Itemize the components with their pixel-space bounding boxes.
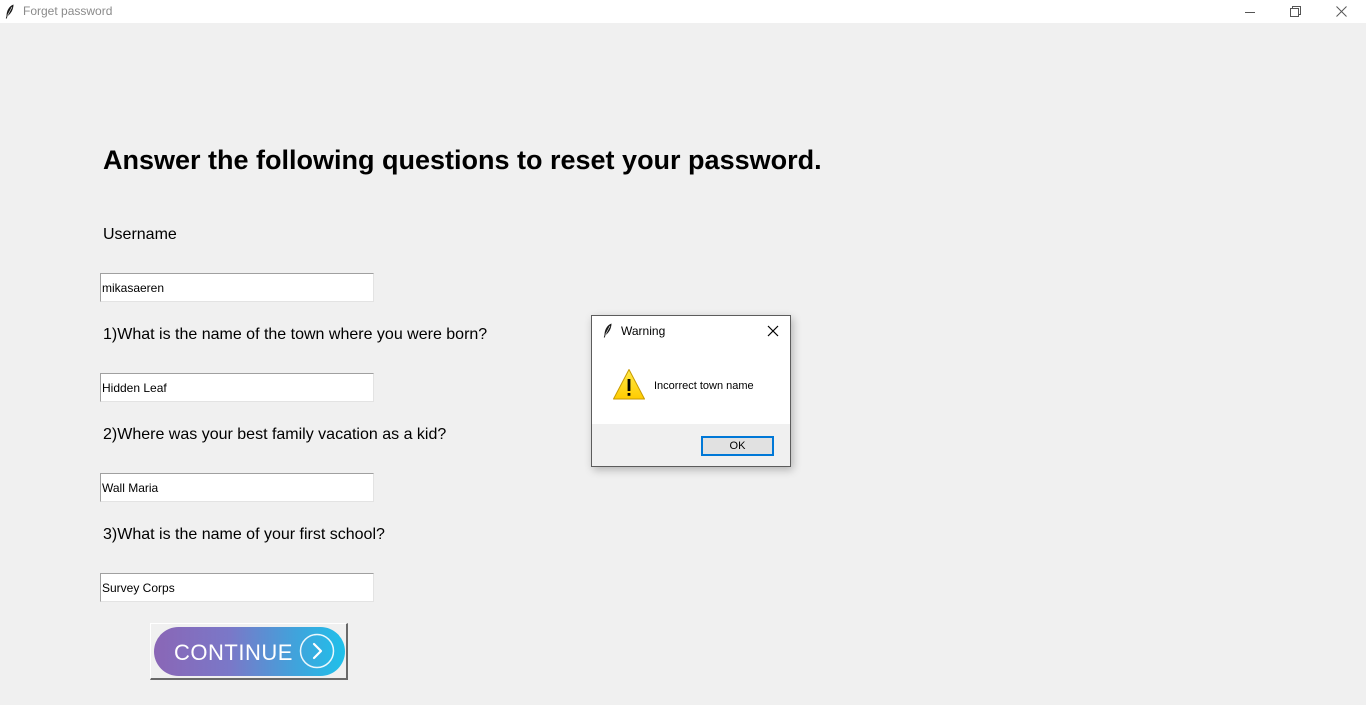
page-title: Answer the following questions to reset … [103, 145, 822, 175]
username-label: Username [103, 226, 177, 243]
continue-button[interactable]: CONTINUE [150, 623, 348, 680]
close-icon [1335, 6, 1347, 17]
dialog-footer: OK [592, 424, 790, 466]
close-icon[interactable] [764, 322, 782, 340]
question-3-input[interactable] [100, 573, 374, 602]
question-3-label: 3)What is the name of your first school? [103, 526, 385, 543]
feather-icon [5, 4, 14, 19]
warning-icon [613, 369, 645, 400]
question-2-input[interactable] [100, 473, 374, 502]
continue-button-graphic: CONTINUE [154, 627, 345, 676]
question-2-label: 2)Where was your best family vacation as… [103, 426, 447, 443]
arrow-right-circle-icon [299, 633, 335, 669]
question-1-label: 1)What is the name of the town where you… [103, 326, 488, 343]
warning-dialog: Warning Incorrect town name OK [591, 315, 791, 467]
continue-label: CONTINUE [174, 640, 293, 665]
question-1-input[interactable] [100, 373, 374, 402]
close-button[interactable] [1318, 0, 1364, 23]
username-input[interactable] [100, 273, 374, 302]
minimize-icon [1245, 11, 1255, 13]
dialog-title: Warning [621, 324, 666, 338]
dialog-message: Incorrect town name [654, 380, 754, 392]
window-titlebar: Forget password [0, 0, 1366, 23]
minimize-button[interactable] [1227, 0, 1273, 23]
maximize-button[interactable] [1272, 0, 1318, 23]
window-title: Forget password [23, 4, 113, 18]
feather-icon [603, 323, 612, 338]
ok-button[interactable]: OK [701, 436, 774, 456]
restore-icon [1289, 6, 1301, 17]
